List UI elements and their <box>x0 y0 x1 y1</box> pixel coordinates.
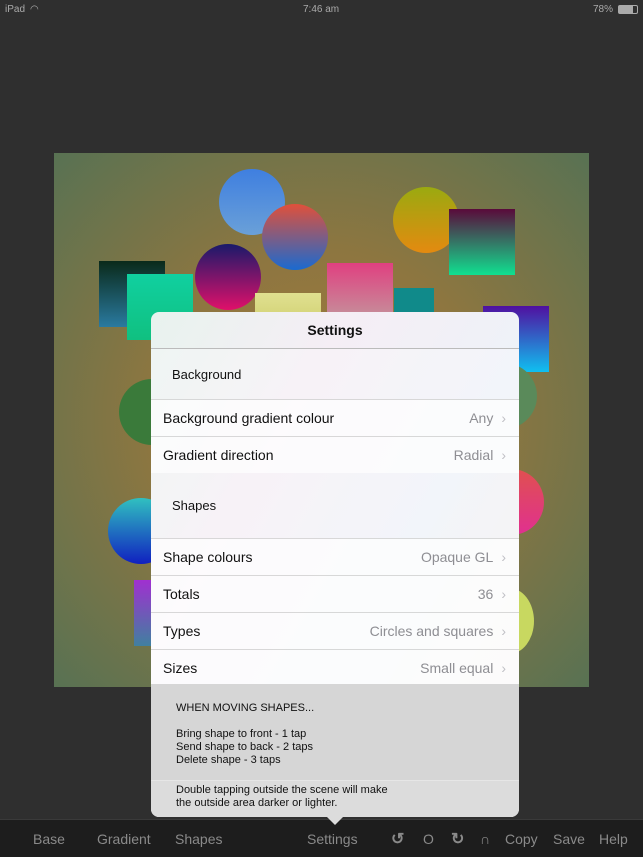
footer-heading: WHEN MOVING SHAPES... <box>176 702 315 714</box>
bottom-toolbar: Base Gradient Shapes Settings ↺ O ↻ ∩ Co… <box>0 819 643 857</box>
shape-square[interactable] <box>449 209 515 275</box>
section-header-shapes: Shapes <box>151 473 519 538</box>
wifi-icon: ◠ <box>30 4 39 15</box>
copy-button[interactable]: Copy <box>505 831 538 847</box>
row-background-gradient-colour[interactable]: Background gradient colour Any › <box>151 399 519 436</box>
section-header-background: Background <box>151 349 519 399</box>
row-label: Gradient direction <box>163 447 274 463</box>
row-label: Background gradient colour <box>163 410 335 426</box>
chevron-right-icon: › <box>501 549 506 565</box>
row-value: Circles and squares <box>369 623 494 639</box>
row-label: Totals <box>163 586 200 602</box>
row-label: Shape colours <box>163 549 253 565</box>
chevron-right-icon: › <box>501 410 506 426</box>
help-footer: WHEN MOVING SHAPES... Bring shape to fro… <box>151 684 519 817</box>
row-types[interactable]: Types Circles and squares › <box>151 612 519 649</box>
row-label: Sizes <box>163 660 198 676</box>
footer-note: Double tapping outside the scene will ma… <box>151 780 519 817</box>
status-bar: iPad ◠ 7:46 am 78% <box>0 0 643 18</box>
row-value: Any <box>469 410 494 426</box>
clock: 7:46 am <box>303 4 340 15</box>
row-value: 36 <box>477 586 494 602</box>
chevron-right-icon: › <box>501 447 506 463</box>
row-value: Radial <box>453 447 494 463</box>
row-shape-colours[interactable]: Shape colours Opaque GL › <box>151 538 519 575</box>
save-button[interactable]: Save <box>553 831 585 847</box>
gradient-button[interactable]: Gradient <box>97 831 151 847</box>
battery-percent: 78% <box>593 4 614 15</box>
magnet-icon[interactable]: ∩ <box>480 831 490 847</box>
footer-line: Send shape to back - 2 taps <box>176 741 313 753</box>
popover-arrow <box>326 816 344 825</box>
row-totals[interactable]: Totals 36 › <box>151 575 519 612</box>
shape-circle[interactable] <box>262 204 328 270</box>
footer-note-line: Double tapping outside the scene will ma… <box>176 784 388 796</box>
base-button[interactable]: Base <box>33 831 65 847</box>
row-sizes[interactable]: Sizes Small equal › <box>151 649 519 686</box>
shape-circle[interactable] <box>195 244 261 310</box>
row-gradient-direction[interactable]: Gradient direction Radial › <box>151 436 519 473</box>
popover-title: Settings <box>151 312 519 349</box>
row-value: Small equal <box>420 660 494 676</box>
undo-icon[interactable]: ↺ <box>391 829 404 849</box>
device-name: iPad <box>5 4 26 15</box>
footer-note-line: the outside area darker or lighter. <box>176 797 338 809</box>
row-label: Types <box>163 623 201 639</box>
row-value: Opaque GL <box>420 549 494 565</box>
footer-line: Bring shape to front - 1 tap <box>176 728 307 740</box>
battery-icon <box>618 5 638 14</box>
redo-icon[interactable]: ↻ <box>451 829 464 849</box>
chevron-right-icon: › <box>501 586 506 602</box>
settings-button[interactable]: Settings <box>307 831 358 847</box>
chevron-right-icon: › <box>501 623 506 639</box>
chevron-right-icon: › <box>501 660 506 676</box>
footer-line: Delete shape - 3 taps <box>176 754 281 766</box>
help-button[interactable]: Help <box>599 831 628 847</box>
settings-popover: Settings Background Background gradient … <box>151 312 519 817</box>
reset-button[interactable]: O <box>423 831 434 847</box>
shapes-button[interactable]: Shapes <box>175 831 222 847</box>
